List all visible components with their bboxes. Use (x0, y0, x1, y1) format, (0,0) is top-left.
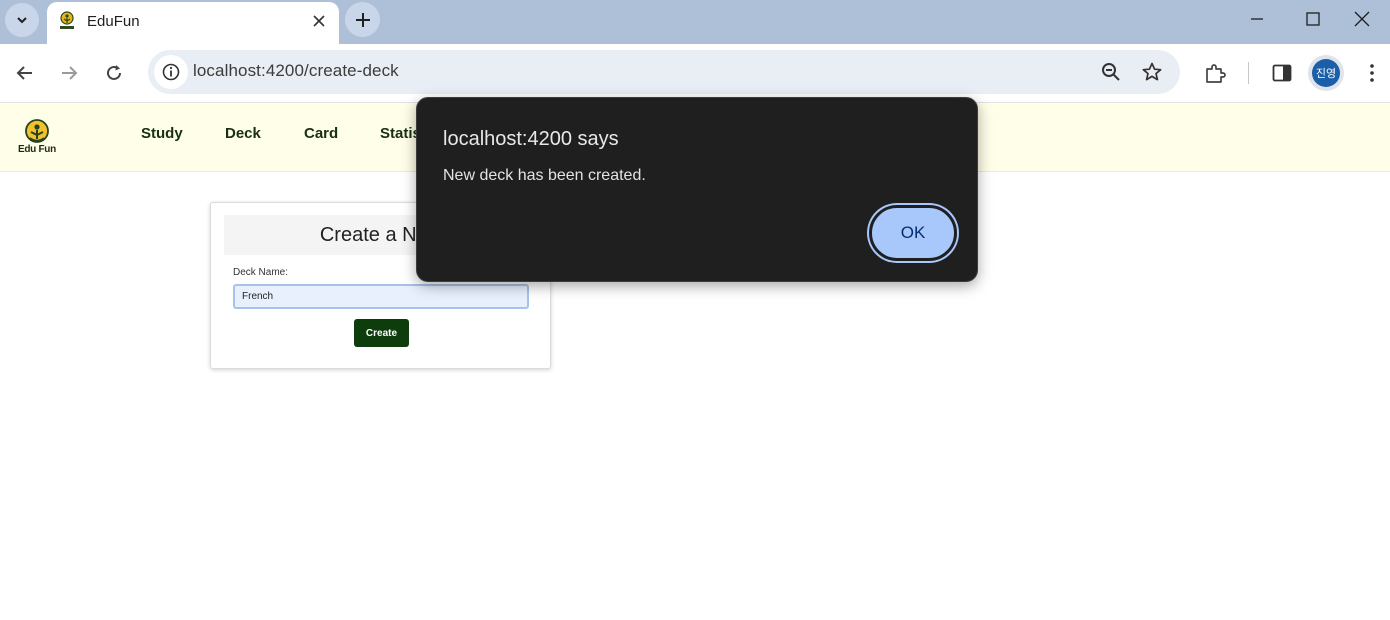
reload-icon (107, 65, 121, 80)
zoom-out-icon (1102, 63, 1120, 81)
info-icon (162, 63, 180, 81)
extensions-button[interactable] (1202, 60, 1228, 86)
maximize-button[interactable] (1285, 0, 1341, 38)
nav-study[interactable]: Study (141, 125, 183, 142)
close-icon (313, 15, 325, 27)
back-button[interactable] (8, 56, 42, 90)
tab-close-button[interactable] (309, 11, 329, 31)
maximize-icon (1306, 12, 1320, 26)
url-text[interactable]: localhost:4200/create-deck (193, 61, 399, 81)
minimize-button[interactable] (1229, 0, 1285, 38)
tab-strip: EduFun (0, 0, 1390, 44)
chevron-down-icon (17, 17, 27, 24)
plus-icon (355, 12, 370, 27)
close-icon (1354, 11, 1370, 27)
nav-card[interactable]: Card (304, 125, 338, 142)
edufun-logo[interactable]: Edu Fun (16, 119, 60, 159)
nav-deck[interactable]: Deck (225, 125, 261, 142)
puzzle-icon (1206, 64, 1226, 83)
side-panel-icon (1272, 64, 1292, 82)
minimize-icon (1251, 18, 1263, 20)
nav-statistics[interactable]: Statis (380, 125, 421, 142)
logo-emblem-icon (25, 119, 49, 143)
profile-avatar[interactable]: 진영 (1312, 59, 1340, 87)
dialog-title: localhost:4200 says (443, 128, 619, 150)
tab-search-button[interactable] (5, 3, 39, 37)
side-panel-button[interactable] (1269, 60, 1295, 86)
zoom-button[interactable] (1099, 60, 1123, 84)
logo-text: Edu Fun (18, 144, 56, 155)
deck-name-label: Deck Name: (233, 267, 289, 278)
alert-dialog: localhost:4200 says New deck has been cr… (416, 97, 978, 282)
ok-button[interactable]: OK (869, 205, 957, 261)
more-vertical-icon (1370, 64, 1374, 82)
menu-button[interactable] (1359, 60, 1385, 86)
window-close-button[interactable] (1334, 0, 1390, 38)
tab-title: EduFun (87, 13, 140, 30)
dialog-message: New deck has been created. (443, 167, 646, 184)
arrow-left-icon (16, 66, 32, 80)
edufun-favicon-icon (60, 11, 74, 29)
create-button[interactable]: Create (354, 319, 409, 347)
bookmark-button[interactable] (1140, 60, 1164, 84)
deck-name-input[interactable] (233, 284, 529, 309)
site-info-button[interactable] (154, 55, 188, 89)
reload-button[interactable] (97, 56, 131, 90)
star-icon (1142, 62, 1162, 81)
forward-button[interactable] (52, 56, 86, 90)
address-bar[interactable]: localhost:4200/create-deck (148, 50, 1180, 94)
browser-toolbar: localhost:4200/create-deck 진영 (0, 44, 1390, 103)
browser-tab[interactable]: EduFun (47, 2, 339, 44)
new-tab-button[interactable] (345, 2, 380, 37)
arrow-right-icon (62, 66, 78, 80)
toolbar-divider (1248, 62, 1249, 84)
